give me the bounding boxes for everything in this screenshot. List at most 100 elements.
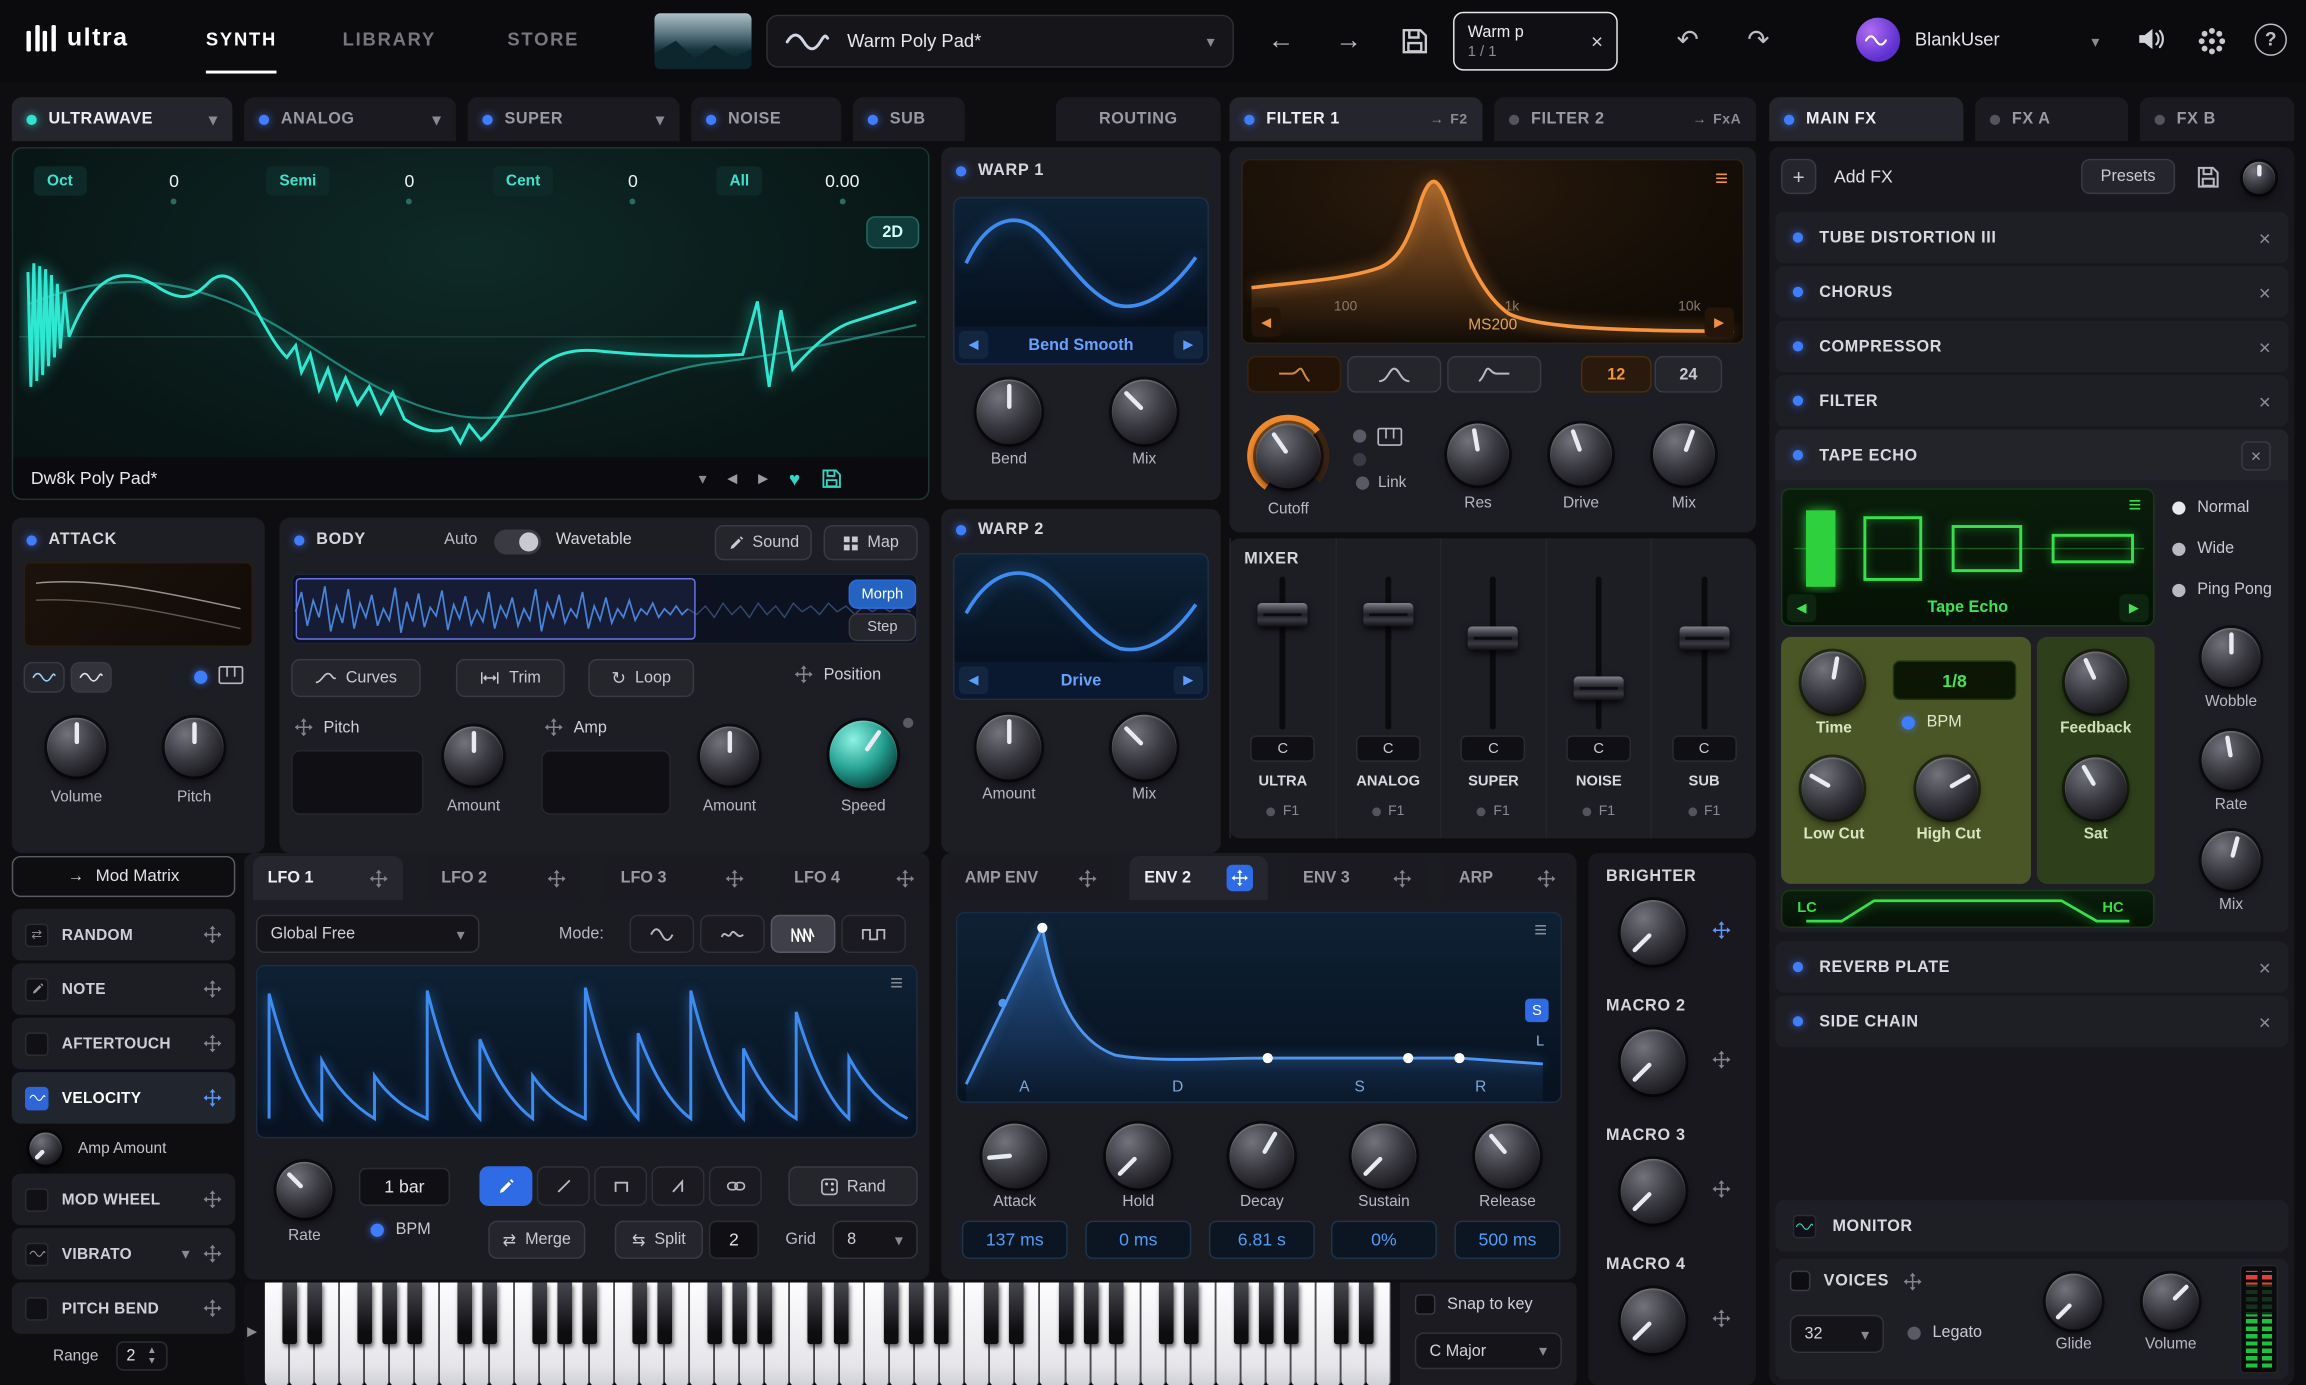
env-menu-icon[interactable]: ≡ xyxy=(1534,922,1547,940)
piano-black-key[interactable] xyxy=(933,1282,948,1344)
lfo-display[interactable]: ≡ xyxy=(256,965,918,1139)
piano-black-key[interactable] xyxy=(1083,1282,1098,1344)
mixer-routing-badge[interactable]: F1 xyxy=(1442,803,1546,819)
tab-main-fx[interactable]: MAIN FX xyxy=(1769,97,1963,141)
tape-echo-menu-icon[interactable]: ≡ xyxy=(2128,497,2141,515)
draw-pencil-tool[interactable] xyxy=(479,1166,532,1206)
mixer-pan-button[interactable]: C xyxy=(1672,735,1737,761)
preset-save-box[interactable]: Warm p 1 / 1 × xyxy=(1453,12,1618,71)
tab-amp-env[interactable]: AMP ENV xyxy=(950,856,1112,900)
piano-black-key[interactable] xyxy=(1359,1282,1374,1344)
mixer-fader-handle[interactable] xyxy=(1258,603,1308,627)
all-value[interactable]: 0.00 xyxy=(825,171,859,192)
filter1-routing-badge[interactable]: →F2 xyxy=(1430,111,1468,127)
fx-enabled-dot[interactable] xyxy=(1793,1016,1803,1026)
tab-routing[interactable]: ROUTING xyxy=(1056,97,1221,141)
tab-super[interactable]: SUPER ▾ xyxy=(468,97,680,141)
fx-item-reverb-plate[interactable]: REVERB PLATE × xyxy=(1775,941,2288,992)
filter-mix-knob[interactable] xyxy=(1653,424,1715,486)
mixer-fader-handle[interactable] xyxy=(1574,677,1624,701)
mixer-routing-badge[interactable]: F1 xyxy=(1336,803,1440,819)
piano-keyboard[interactable] xyxy=(265,1282,1392,1385)
lfo-shape-saw-button[interactable] xyxy=(771,915,836,953)
fx-enabled-dot[interactable] xyxy=(1793,341,1803,351)
mixer-fader-handle[interactable] xyxy=(1468,627,1518,651)
prev-wavetable-button[interactable]: ◀ xyxy=(727,470,737,486)
fx-presets-button[interactable]: Presets xyxy=(2081,159,2175,194)
redo-button[interactable]: ↷ xyxy=(1747,24,1769,56)
attack-volume-knob[interactable] xyxy=(47,718,106,777)
snap-checkbox[interactable] xyxy=(1415,1294,1436,1315)
tab-filter2[interactable]: FILTER 2 →FxA xyxy=(1494,97,1756,141)
semi-value[interactable]: 0 xyxy=(404,171,414,192)
filter-drive-knob[interactable] xyxy=(1550,424,1612,486)
macro4-knob[interactable] xyxy=(1621,1288,1686,1353)
semi-label[interactable]: Semi xyxy=(266,166,329,195)
tape-mix-knob[interactable] xyxy=(2202,831,2261,890)
save-preset-button[interactable] xyxy=(1400,26,1429,55)
mixer-fader-handle[interactable] xyxy=(1363,603,1413,627)
macro3-knob[interactable] xyxy=(1621,1159,1686,1224)
step-button[interactable]: Step xyxy=(849,613,917,641)
warp2-next-button[interactable]: ▶ xyxy=(1174,666,1203,694)
tape-prev-button[interactable]: ◀ xyxy=(1787,593,1816,621)
mixer-pan-button[interactable]: C xyxy=(1356,735,1421,761)
pitch-curve-box[interactable] xyxy=(291,750,423,815)
warp1-enabled-dot[interactable] xyxy=(956,165,966,175)
lfo-sync-select[interactable]: Global Free ▾ xyxy=(256,915,480,953)
piano-black-key[interactable] xyxy=(883,1282,898,1344)
env-release-knob[interactable] xyxy=(1475,1124,1540,1189)
chevron-down-icon[interactable]: ▾ xyxy=(656,110,665,129)
cent-label[interactable]: Cent xyxy=(493,166,554,195)
ultrawave-waveform[interactable] xyxy=(19,207,925,457)
piano-black-key[interactable] xyxy=(1159,1282,1174,1344)
env-hold-value[interactable]: 0 ms xyxy=(1085,1221,1191,1259)
save-wavetable-icon[interactable] xyxy=(821,467,843,489)
fx-item-filter[interactable]: FILTER × xyxy=(1775,375,2288,426)
remove-fx-icon[interactable]: × xyxy=(2259,1010,2271,1034)
piano-black-key[interactable] xyxy=(1259,1282,1274,1344)
voices-count-select[interactable]: 32 ▾ xyxy=(1790,1315,1884,1353)
master-volume-knob[interactable] xyxy=(2143,1274,2199,1330)
chevron-down-icon[interactable]: ▾ xyxy=(182,1244,190,1263)
noise-enabled-dot[interactable] xyxy=(706,114,716,124)
mixer-pan-button[interactable]: C xyxy=(1251,735,1316,761)
loop-button[interactable]: ↻ Loop xyxy=(588,659,694,697)
move-icon[interactable] xyxy=(203,1034,222,1053)
range-stepper[interactable]: 2 ▲▼ xyxy=(116,1341,167,1370)
tab-fx-a[interactable]: FX A xyxy=(1975,97,2128,141)
filter-mod-dot-1[interactable] xyxy=(1353,429,1366,442)
fx-item-tape-echo[interactable]: TAPE ECHO × xyxy=(1775,429,2288,480)
piano-black-key[interactable] xyxy=(658,1282,673,1344)
piano-black-key[interactable] xyxy=(1058,1282,1073,1344)
tape-lc-hc-display[interactable]: LC HC xyxy=(1781,890,2155,928)
draw-ramp-tool[interactable] xyxy=(652,1166,705,1206)
env-decay-value[interactable]: 6.81 s xyxy=(1209,1221,1315,1259)
curves-button[interactable]: Curves xyxy=(291,659,420,697)
undo-button[interactable]: ↶ xyxy=(1677,24,1699,56)
fx-a-dot[interactable] xyxy=(1990,114,2000,124)
cutoff-knob[interactable] xyxy=(1256,424,1321,489)
piano-black-key[interactable] xyxy=(758,1282,773,1344)
move-icon[interactable] xyxy=(369,868,388,887)
amp-amount-mini-knob[interactable] xyxy=(29,1132,61,1164)
volume-icon[interactable] xyxy=(2137,26,2165,51)
env-attack-value[interactable]: 137 ms xyxy=(962,1221,1068,1259)
ultra-logo[interactable]: ultra xyxy=(26,24,128,53)
attack-keytrack-dot[interactable] xyxy=(194,671,207,684)
tab-lfo4[interactable]: LFO 4 xyxy=(779,856,929,900)
piano-black-key[interactable] xyxy=(908,1282,923,1344)
fx-b-dot[interactable] xyxy=(2155,114,2165,124)
lfo-shape-sine-button[interactable] xyxy=(629,915,694,953)
piano-black-key[interactable] xyxy=(983,1282,998,1344)
fx-enabled-dot[interactable] xyxy=(1793,232,1803,242)
env-sustain-mode-button[interactable]: S xyxy=(1525,999,1549,1023)
warp1-next-button[interactable]: ▶ xyxy=(1174,331,1203,359)
oct-value[interactable]: 0 xyxy=(169,171,179,192)
tape-mode-normal[interactable]: Normal xyxy=(2172,499,2249,517)
fx-mix-mini-knob[interactable] xyxy=(2243,162,2275,194)
move-icon[interactable] xyxy=(1712,921,1731,940)
legato-toggle[interactable]: Legato xyxy=(1907,1324,1982,1342)
keyboard-scroll-left[interactable]: ▶ xyxy=(247,1324,257,1340)
filter2-enabled-dot[interactable] xyxy=(1509,114,1519,124)
